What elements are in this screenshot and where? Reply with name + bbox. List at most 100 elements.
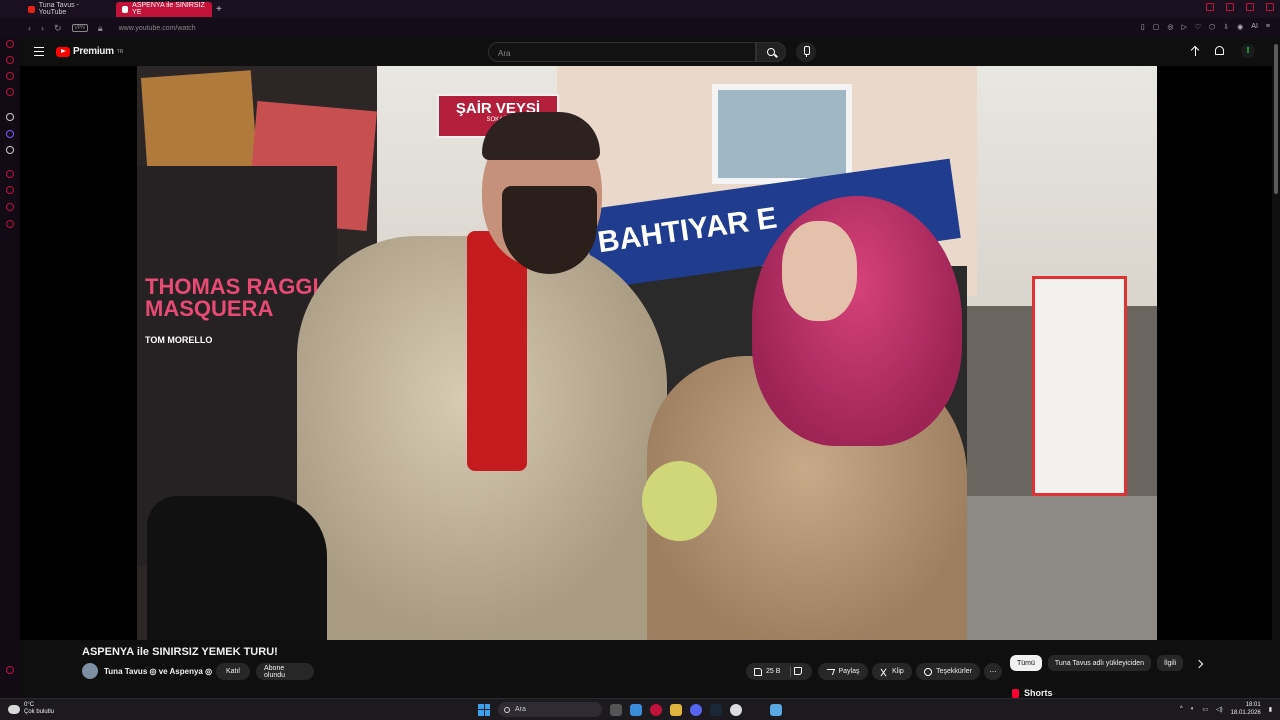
page-scrollbar[interactable]: [1272, 38, 1280, 698]
notifications-icon[interactable]: [1215, 46, 1224, 55]
menu-icon[interactable]: ≡: [1266, 23, 1270, 31]
search-icon: [504, 706, 510, 713]
subscribed-button[interactable]: Abone olundu: [256, 663, 314, 680]
share-label: Paylaş: [838, 668, 860, 675]
network-icon[interactable]: ▭: [1202, 706, 1208, 713]
thanks-label: Teşekkürler: [936, 668, 972, 675]
sidebar-app-icon[interactable]: [6, 40, 14, 48]
chip-related[interactable]: İlgili: [1157, 655, 1184, 671]
video-frame[interactable]: BAHTIYAR E ŞAİR VEYSİ SOKAĞI THOMAS RAGG…: [137, 66, 1157, 640]
ai-button[interactable]: AI: [1251, 23, 1258, 31]
taskbar-app-icon[interactable]: [770, 703, 782, 716]
tab-label: Tuna Tavus - YouTube: [38, 2, 79, 16]
more-actions-button[interactable]: ⋯: [984, 663, 1002, 680]
windows-taskbar: 0°C Çok bulutlu Ara ^ ◐ ▭ ◁) 18:01 18.01…: [0, 698, 1280, 720]
search-input[interactable]: [489, 44, 755, 63]
shorts-label: Shorts: [1024, 688, 1053, 698]
taskbar-search[interactable]: Ara: [498, 702, 602, 717]
forward-icon[interactable]: ›: [41, 23, 44, 33]
channel-avatar[interactable]: [82, 663, 98, 679]
thumbs-down-icon[interactable]: [794, 667, 802, 675]
vpn-badge[interactable]: VPN: [71, 24, 88, 32]
back-icon[interactable]: ‹: [28, 23, 31, 33]
join-button[interactable]: Katıl: [216, 663, 250, 680]
chatgpt-icon[interactable]: [6, 113, 14, 121]
extensions-icon[interactable]: ⬡: [1209, 23, 1215, 31]
like-button[interactable]: 25 B: [746, 663, 812, 680]
sidebar-more-icon[interactable]: [6, 666, 14, 674]
voice-search-button[interactable]: [796, 42, 816, 62]
related-filter-chips: Tümü Tuna Tavus adlı yükleyiciden İlgili: [1010, 655, 1184, 671]
reload-icon[interactable]: ↻: [54, 23, 62, 34]
discord-icon[interactable]: [690, 703, 702, 716]
weather-temp: 0°C: [24, 702, 35, 708]
browser-tab-active[interactable]: ASPENYA ile SINIRSIZ YE: [116, 1, 212, 17]
avatar[interactable]: [1241, 44, 1255, 58]
search-box: [488, 42, 756, 63]
file-explorer-icon[interactable]: [670, 703, 682, 716]
tray-chevron-icon[interactable]: ^: [1180, 706, 1183, 712]
task-view-icon[interactable]: [610, 703, 622, 716]
like-count: 25 B: [766, 668, 781, 675]
scene-window: [712, 84, 852, 184]
search-icon: [767, 48, 775, 56]
browser-tab[interactable]: Tuna Tavus - YouTube: [22, 2, 112, 17]
video-title: ASPENYA ile SINIRSIZ YEMEK TURU!: [82, 646, 278, 658]
twitch-icon[interactable]: [6, 130, 14, 138]
thanks-icon: [924, 667, 933, 676]
clock[interactable]: 18:01 18.01.2026: [1231, 701, 1261, 717]
clip-button[interactable]: Klip: [872, 663, 912, 680]
heart-icon[interactable]: ♡: [1195, 23, 1201, 31]
youtube-premium-logo[interactable]: Premium TR: [56, 46, 123, 57]
taskbar-app-icon[interactable]: [750, 703, 762, 716]
sidebar-app-icon[interactable]: [6, 203, 14, 211]
settings-icon[interactable]: [6, 220, 14, 228]
notification-icon[interactable]: ▮: [1269, 706, 1272, 713]
x-icon[interactable]: [6, 146, 14, 154]
menu-icon[interactable]: [34, 47, 44, 56]
bookmark-icon[interactable]: ▢: [1153, 23, 1160, 31]
weather-widget[interactable]: 0°C Çok bulutlu: [8, 702, 54, 716]
shield-icon[interactable]: ◎: [1167, 23, 1173, 31]
volume-icon[interactable]: ◁): [1216, 706, 1223, 713]
sidebar-app-icon[interactable]: [6, 170, 14, 178]
new-tab-button[interactable]: +: [216, 4, 222, 15]
channel-name[interactable]: Tuna Tavus ◎ ve Aspenya ◎: [104, 667, 212, 676]
youtube-header: Premium TR: [20, 38, 1272, 66]
search-tabs-icon[interactable]: [1206, 3, 1214, 11]
logo-text: Premium: [73, 46, 114, 57]
scrollbar-thumb[interactable]: [1274, 44, 1278, 194]
upload-icon[interactable]: [1190, 45, 1200, 58]
sidebar-app-icon[interactable]: [6, 72, 14, 80]
minimize-icon[interactable]: [1226, 3, 1234, 11]
maximize-icon[interactable]: [1246, 3, 1254, 11]
url-field[interactable]: www.youtube.com/watch: [119, 25, 196, 32]
chip-all[interactable]: Tümü: [1010, 655, 1042, 671]
chip-from-uploader[interactable]: Tuna Tavus adlı yükleyiciden: [1047, 655, 1152, 671]
opera-icon[interactable]: [650, 703, 662, 716]
thanks-button[interactable]: Teşekkürler: [916, 663, 980, 680]
chevron-right-icon[interactable]: [1193, 657, 1207, 671]
cloud-icon: [8, 704, 20, 714]
sidebar-app-icon[interactable]: [6, 88, 14, 96]
steam-icon[interactable]: [710, 703, 722, 716]
system-tray: ^ ◐ ▭ ◁) 18:01 18.01.2026 ▮: [1180, 701, 1272, 717]
history-icon[interactable]: [6, 186, 14, 194]
copilot-icon[interactable]: [630, 703, 642, 716]
scene-woman-hair: [752, 196, 962, 446]
share-button[interactable]: Paylaş: [818, 663, 868, 680]
start-icon[interactable]: [478, 703, 490, 716]
video-player[interactable]: BAHTIYAR E ŞAİR VEYSİ SOKAĞI THOMAS RAGG…: [20, 66, 1272, 640]
profile-icon[interactable]: ◉: [1237, 23, 1243, 31]
sidebar-app-icon[interactable]: [6, 56, 14, 64]
chrome-icon[interactable]: [730, 703, 742, 716]
close-icon[interactable]: [1266, 3, 1274, 11]
browser-sidebar: [0, 38, 20, 698]
tray-app-icon[interactable]: ◐: [1191, 706, 1195, 712]
player-icon[interactable]: ▷: [1182, 23, 1187, 31]
download-icon[interactable]: ⇩: [1223, 23, 1229, 31]
channel-row: Tuna Tavus ◎ ve Aspenya ◎ Katıl Abone ol…: [82, 662, 1002, 682]
search-button[interactable]: [756, 42, 786, 62]
clock-date: 18.01.2026: [1230, 710, 1261, 716]
snapshot-icon[interactable]: ▯: [1141, 23, 1145, 31]
